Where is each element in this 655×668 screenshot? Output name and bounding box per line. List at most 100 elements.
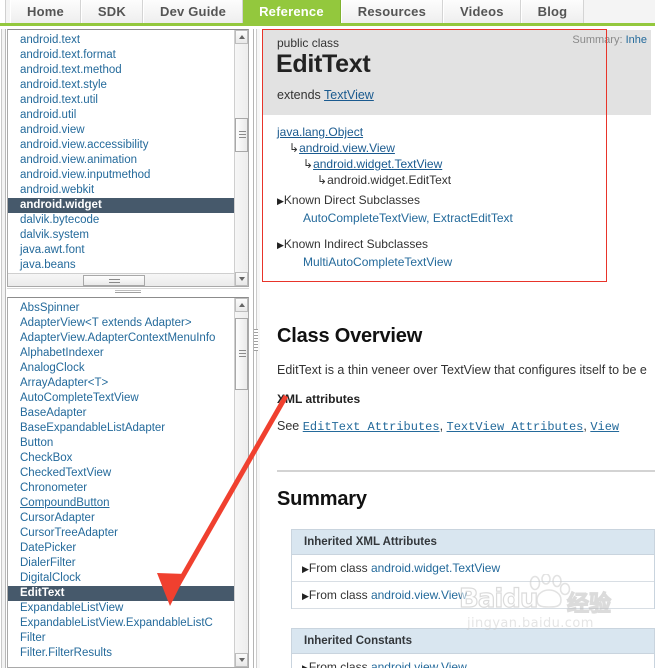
package-item[interactable]: android.text.method: [8, 63, 234, 78]
class-item[interactable]: AutoCompleteTextView: [8, 391, 234, 406]
class-item-label: ExpandableListView.ExpandableListC: [20, 617, 213, 629]
scroll-up-arrow-icon[interactable]: [235, 298, 248, 312]
package-item[interactable]: android.text: [8, 33, 234, 48]
class-item[interactable]: CheckedTextView: [8, 466, 234, 481]
nav-tab-resources[interactable]: Resources: [340, 0, 444, 23]
panel-splitter-handle[interactable]: [7, 287, 249, 297]
class-item[interactable]: AdapterView<T extends Adapter>: [8, 316, 234, 331]
class-item[interactable]: Filter.FilterResults: [8, 646, 234, 661]
nav-tab-home[interactable]: Home: [10, 0, 81, 23]
class-item[interactable]: CursorTreeAdapter: [8, 526, 234, 541]
package-item[interactable]: dalvik.bytecode: [8, 213, 234, 228]
class-list[interactable]: AbsSpinner AdapterView<T extends Adapter>…: [8, 298, 234, 667]
table-row[interactable]: ▶From class android.view.View: [292, 654, 654, 668]
row-prefix: From class: [308, 660, 368, 668]
package-item[interactable]: android.view.accessibility: [8, 138, 234, 153]
link-edittext-attributes[interactable]: EditText Attributes: [303, 420, 440, 434]
table-row[interactable]: ▶From class android.view.View: [292, 582, 654, 609]
scrollbar-thumb[interactable]: [235, 118, 248, 152]
class-item[interactable]: DialerFilter: [8, 556, 234, 571]
class-item-label: DatePicker: [20, 542, 77, 554]
package-item-label: android.view: [20, 124, 85, 136]
package-item-label: android.text.style: [20, 79, 107, 91]
class-item[interactable]: ExpandableListView.ExpandableListC: [8, 616, 234, 631]
package-item[interactable]: android.widget: [8, 198, 234, 213]
class-item[interactable]: CursorAdapter: [8, 511, 234, 526]
inherited-constants-table: Inherited Constants ▶From class android.…: [291, 628, 655, 668]
class-item[interactable]: AlphabetIndexer: [8, 346, 234, 361]
indirect-subclass-links[interactable]: MultiAutoCompleteTextView: [303, 255, 452, 269]
class-item[interactable]: Button: [8, 436, 234, 451]
package-item[interactable]: android.view.animation: [8, 153, 234, 168]
class-item-label: CursorAdapter: [20, 512, 95, 524]
package-item[interactable]: java.awt.font: [8, 243, 234, 258]
link-textview-attributes[interactable]: TextView Attributes: [447, 420, 584, 434]
package-list[interactable]: android.text android.text.format android.t…: [8, 30, 234, 286]
package-item[interactable]: android.view: [8, 123, 234, 138]
row-class-link[interactable]: android.widget.TextView: [371, 561, 500, 575]
direct-subclass-links[interactable]: AutoCompleteTextView, ExtractEditText: [303, 211, 513, 225]
class-item[interactable]: CompoundButton: [8, 496, 234, 511]
known-indirect-subclasses-toggle[interactable]: ▶Known Indirect Subclasses: [277, 236, 513, 254]
class-list-vertical-scrollbar[interactable]: [234, 298, 248, 667]
class-item-label: CheckedTextView: [20, 467, 112, 479]
summary-heading: Summary: [277, 488, 367, 510]
package-item[interactable]: android.text.util: [8, 93, 234, 108]
class-item[interactable]: CheckBox: [8, 451, 234, 466]
hierarchy-connector-icon: ↳: [303, 157, 314, 171]
class-item[interactable]: Chronometer: [8, 481, 234, 496]
scroll-down-arrow-icon[interactable]: [235, 653, 248, 667]
nav-tab-videos[interactable]: Videos: [443, 0, 521, 23]
table-row[interactable]: ▶From class android.widget.TextView: [292, 555, 654, 582]
class-item[interactable]: Filter: [8, 631, 234, 646]
scrollbar-thumb[interactable]: [235, 318, 248, 390]
package-item[interactable]: android.view.inputmethod: [8, 168, 234, 183]
package-item[interactable]: java.beans: [8, 258, 234, 273]
package-list-horizontal-scrollbar[interactable]: [8, 273, 234, 286]
class-item-label: Button: [20, 437, 54, 449]
package-item[interactable]: android.text.format: [8, 48, 234, 63]
row-class-link[interactable]: android.view.View: [371, 588, 467, 602]
hierarchy-link-textview[interactable]: android.widget.TextView: [313, 157, 442, 171]
package-item[interactable]: android.text.style: [8, 78, 234, 93]
class-item[interactable]: EditText: [8, 586, 234, 601]
summary-inherited-link[interactable]: Inhe: [626, 34, 647, 46]
package-item[interactable]: dalvik.system: [8, 228, 234, 243]
hierarchy-link-view[interactable]: android.view.View: [299, 141, 395, 155]
table-header: Inherited Constants: [292, 629, 654, 654]
class-item[interactable]: DatePicker: [8, 541, 234, 556]
package-item[interactable]: android.util: [8, 108, 234, 123]
class-item[interactable]: ExpandableListView: [8, 601, 234, 616]
nav-tab-blog[interactable]: Blog: [520, 0, 585, 23]
package-item[interactable]: android.webkit: [8, 183, 234, 198]
section-divider: [277, 470, 655, 472]
class-item-label: AbsSpinner: [20, 302, 80, 314]
nav-tab-reference[interactable]: Reference: [243, 0, 341, 23]
link-view-attributes[interactable]: View: [590, 420, 619, 434]
class-item[interactable]: BaseExpandableListAdapter: [8, 421, 234, 436]
scroll-down-arrow-icon[interactable]: [235, 272, 248, 286]
hierarchy-connector-icon: ↳: [289, 141, 300, 155]
package-list-vertical-scrollbar[interactable]: [234, 30, 248, 286]
hierarchy-link-object[interactable]: java.lang.Object: [277, 125, 363, 139]
package-item-label: android.view.animation: [20, 154, 137, 166]
known-direct-subclasses-toggle[interactable]: ▶Known Direct Subclasses: [277, 192, 513, 210]
class-item[interactable]: AdapterView.AdapterContextMenuInfo: [8, 331, 234, 346]
nav-tab-dev-guide[interactable]: Dev Guide: [142, 0, 244, 23]
scroll-up-arrow-icon[interactable]: [235, 30, 248, 44]
class-item[interactable]: AbsSpinner: [8, 301, 234, 316]
row-prefix: From class: [308, 588, 368, 602]
class-item[interactable]: ArrayAdapter<T>: [8, 376, 234, 391]
class-item[interactable]: AnalogClock: [8, 361, 234, 376]
known-indirect-subclasses-list: MultiAutoCompleteTextView: [277, 254, 513, 271]
hierarchy-level-4: ↳android.widget.EditText: [277, 172, 451, 188]
class-item-label: ExpandableListView: [20, 602, 124, 614]
class-item[interactable]: BaseAdapter: [8, 406, 234, 421]
row-class-link[interactable]: android.view.View: [371, 660, 467, 668]
extends-superclass-link[interactable]: TextView: [324, 88, 374, 102]
hierarchy-connector-icon: ↳: [317, 173, 328, 187]
class-item[interactable]: DigitalClock: [8, 571, 234, 586]
nav-tab-sdk[interactable]: SDK: [80, 0, 143, 23]
scrollbar-thumb-horizontal[interactable]: [83, 275, 145, 286]
